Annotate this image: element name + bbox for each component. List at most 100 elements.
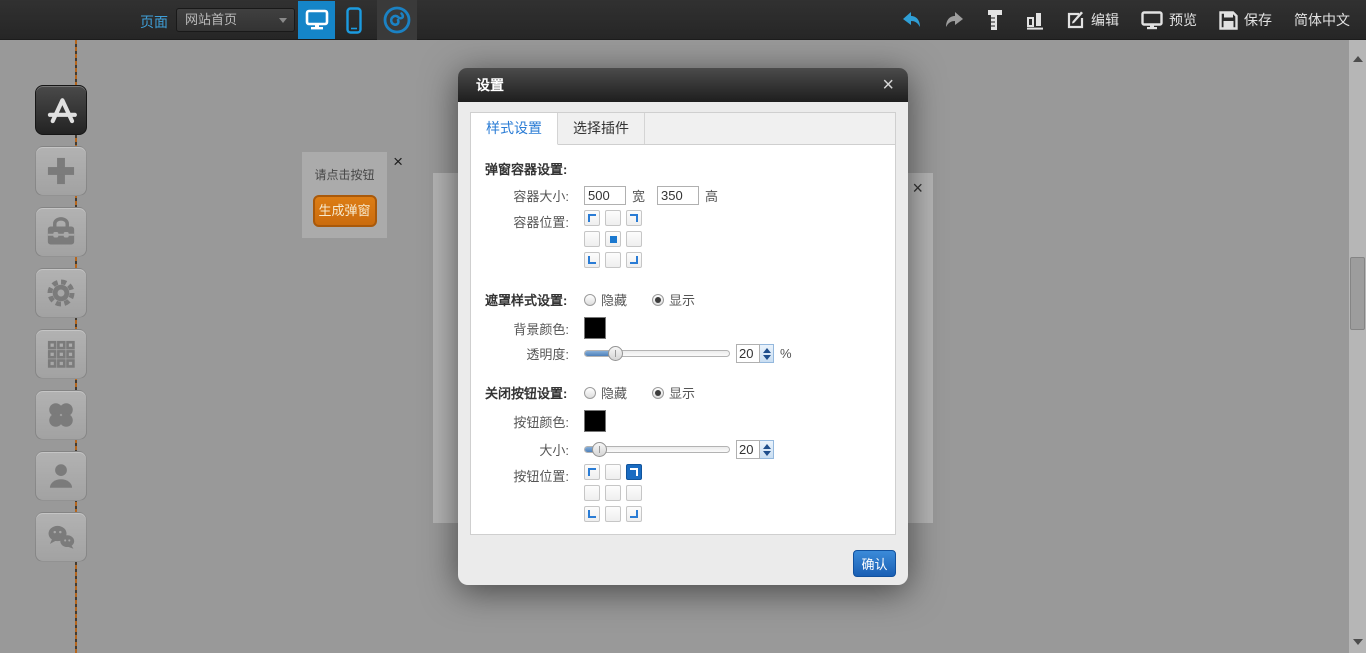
container-height-input[interactable] [657, 186, 699, 205]
closebtn-size-slider[interactable] [584, 446, 730, 453]
tab-style-settings[interactable]: 样式设置 [471, 113, 558, 145]
preview-label: 预览 [1169, 10, 1197, 30]
btnpos-cell-top-right-selected[interactable] [626, 464, 642, 480]
vertical-scrollbar[interactable] [1349, 40, 1366, 653]
container-width-input[interactable] [584, 186, 626, 205]
sidebar-item-user[interactable] [35, 451, 87, 501]
redo-button[interactable] [944, 12, 964, 28]
btnpos-cell-center[interactable] [605, 485, 621, 501]
tab-select-plugin[interactable]: 选择插件 [558, 113, 645, 144]
sidebar-item-wechat[interactable] [35, 512, 87, 562]
mask-hide-label[interactable]: 隐藏 [601, 290, 627, 309]
stats-button[interactable] [1026, 10, 1044, 30]
confirm-button[interactable]: 确认 [853, 550, 896, 577]
edit-pencil-icon [1066, 11, 1085, 30]
btnpos-cell-right[interactable] [626, 485, 642, 501]
top-toolbar: 页面 网站首页 [0, 0, 1366, 40]
mobile-view-button[interactable] [341, 6, 367, 34]
btnpos-cell-top-left[interactable] [584, 464, 600, 480]
pos-cell-top-left[interactable] [584, 210, 600, 226]
pos-cell-top[interactable] [605, 210, 621, 226]
width-unit-label: 宽 [632, 186, 645, 205]
settings-dialog: 设置 × 样式设置 选择插件 弹窗容器设置: 容器大小: 宽 高 容 [458, 68, 908, 585]
pos-cell-right[interactable] [626, 231, 642, 247]
widget-close-icon[interactable]: × [393, 153, 403, 170]
chevron-down-icon [279, 18, 287, 23]
closebtn-size-input[interactable] [736, 440, 760, 459]
pos-cell-left[interactable] [584, 231, 600, 247]
pos-cell-bottom-left[interactable] [584, 252, 600, 268]
sidebar-item-plugins[interactable] [35, 390, 87, 440]
opacity-slider-thumb[interactable] [608, 346, 623, 361]
edit-label: 编辑 [1091, 10, 1119, 30]
trigger-widget: × 请点击按钮 生成弹窗 [302, 152, 387, 238]
mask-show-label[interactable]: 显示 [669, 290, 695, 309]
dialog-tabs: 样式设置 选择插件 [470, 112, 896, 145]
btnpos-cell-top[interactable] [605, 464, 621, 480]
closebtn-size-slider-thumb[interactable] [592, 442, 607, 457]
clover-icon [44, 398, 78, 432]
link-icon [382, 5, 412, 35]
pos-cell-bottom[interactable] [605, 252, 621, 268]
dialog-title: 设置 [476, 75, 882, 95]
toolbar-right-group: 编辑 预览 保存 简体中文 [902, 0, 1366, 40]
opacity-spinner-icon[interactable] [760, 344, 774, 363]
btnpos-cell-bottom[interactable] [605, 506, 621, 522]
closebtn-color-swatch[interactable] [584, 410, 606, 432]
pos-cell-center-selected[interactable] [605, 231, 621, 247]
save-label: 保存 [1244, 10, 1272, 30]
ruler-button[interactable] [986, 9, 1004, 31]
container-size-label: 容器大小: [485, 186, 569, 205]
undo-button[interactable] [902, 12, 922, 28]
page-select-dropdown[interactable]: 网站首页 [176, 8, 295, 32]
pos-cell-top-right[interactable] [626, 210, 642, 226]
left-sidebar [35, 85, 87, 562]
sidebar-item-toolbox[interactable] [35, 207, 87, 257]
closebtn-position-grid [584, 464, 642, 522]
mask-show-radio[interactable] [652, 294, 664, 306]
save-button[interactable]: 保存 [1219, 10, 1272, 30]
scroll-up-icon[interactable] [1353, 56, 1363, 62]
mask-bg-color-swatch[interactable] [584, 317, 606, 339]
closebtn-size-spinner-icon[interactable] [760, 440, 774, 459]
closebtn-show-radio[interactable] [652, 387, 664, 399]
link-mode-button[interactable] [377, 0, 417, 40]
sidebar-item-settings[interactable] [35, 268, 87, 318]
mask-hide-radio[interactable] [584, 294, 596, 306]
user-icon [44, 459, 78, 493]
sidebar-item-modules[interactable] [35, 329, 87, 379]
scroll-down-icon[interactable] [1353, 639, 1363, 645]
phone-icon [346, 7, 362, 34]
btnpos-cell-bottom-right[interactable] [626, 506, 642, 522]
wechat-icon [43, 521, 79, 553]
closebtn-hide-radio[interactable] [584, 387, 596, 399]
closebtn-show-label[interactable]: 显示 [669, 383, 695, 402]
preview-close-icon[interactable]: × [912, 179, 923, 197]
sidebar-item-add[interactable] [35, 146, 87, 196]
opacity-value-input[interactable] [736, 344, 760, 363]
closebtn-section-title: 关闭按钮设置: [485, 383, 584, 402]
gear-icon [43, 275, 79, 311]
generate-popup-button[interactable]: 生成弹窗 [313, 195, 377, 227]
btnpos-cell-bottom-left[interactable] [584, 506, 600, 522]
scrollbar-thumb[interactable] [1350, 257, 1365, 330]
sidebar-item-apps[interactable] [35, 85, 87, 135]
redo-icon [944, 12, 964, 28]
pos-cell-bottom-right[interactable] [626, 252, 642, 268]
style-settings-form: 弹窗容器设置: 容器大小: 宽 高 容器位置: [470, 145, 896, 535]
desktop-view-button[interactable] [298, 1, 335, 39]
closebtn-position-label: 按钮位置: [485, 466, 569, 485]
edit-button[interactable]: 编辑 [1066, 10, 1119, 30]
preview-button[interactable]: 预览 [1141, 10, 1197, 30]
plus-icon [44, 154, 78, 188]
container-section-title: 弹窗容器设置: [485, 159, 584, 178]
dialog-header[interactable]: 设置 × [458, 68, 908, 102]
btnpos-cell-left[interactable] [584, 485, 600, 501]
grid-icon [44, 337, 78, 371]
language-switch[interactable]: 简体中文 [1294, 10, 1350, 30]
page-select-value: 网站首页 [185, 12, 237, 27]
closebtn-hide-label[interactable]: 隐藏 [601, 383, 627, 402]
opacity-slider[interactable] [584, 350, 730, 357]
mask-section-title: 遮罩样式设置: [485, 290, 584, 309]
dialog-close-icon[interactable]: × [882, 75, 894, 95]
